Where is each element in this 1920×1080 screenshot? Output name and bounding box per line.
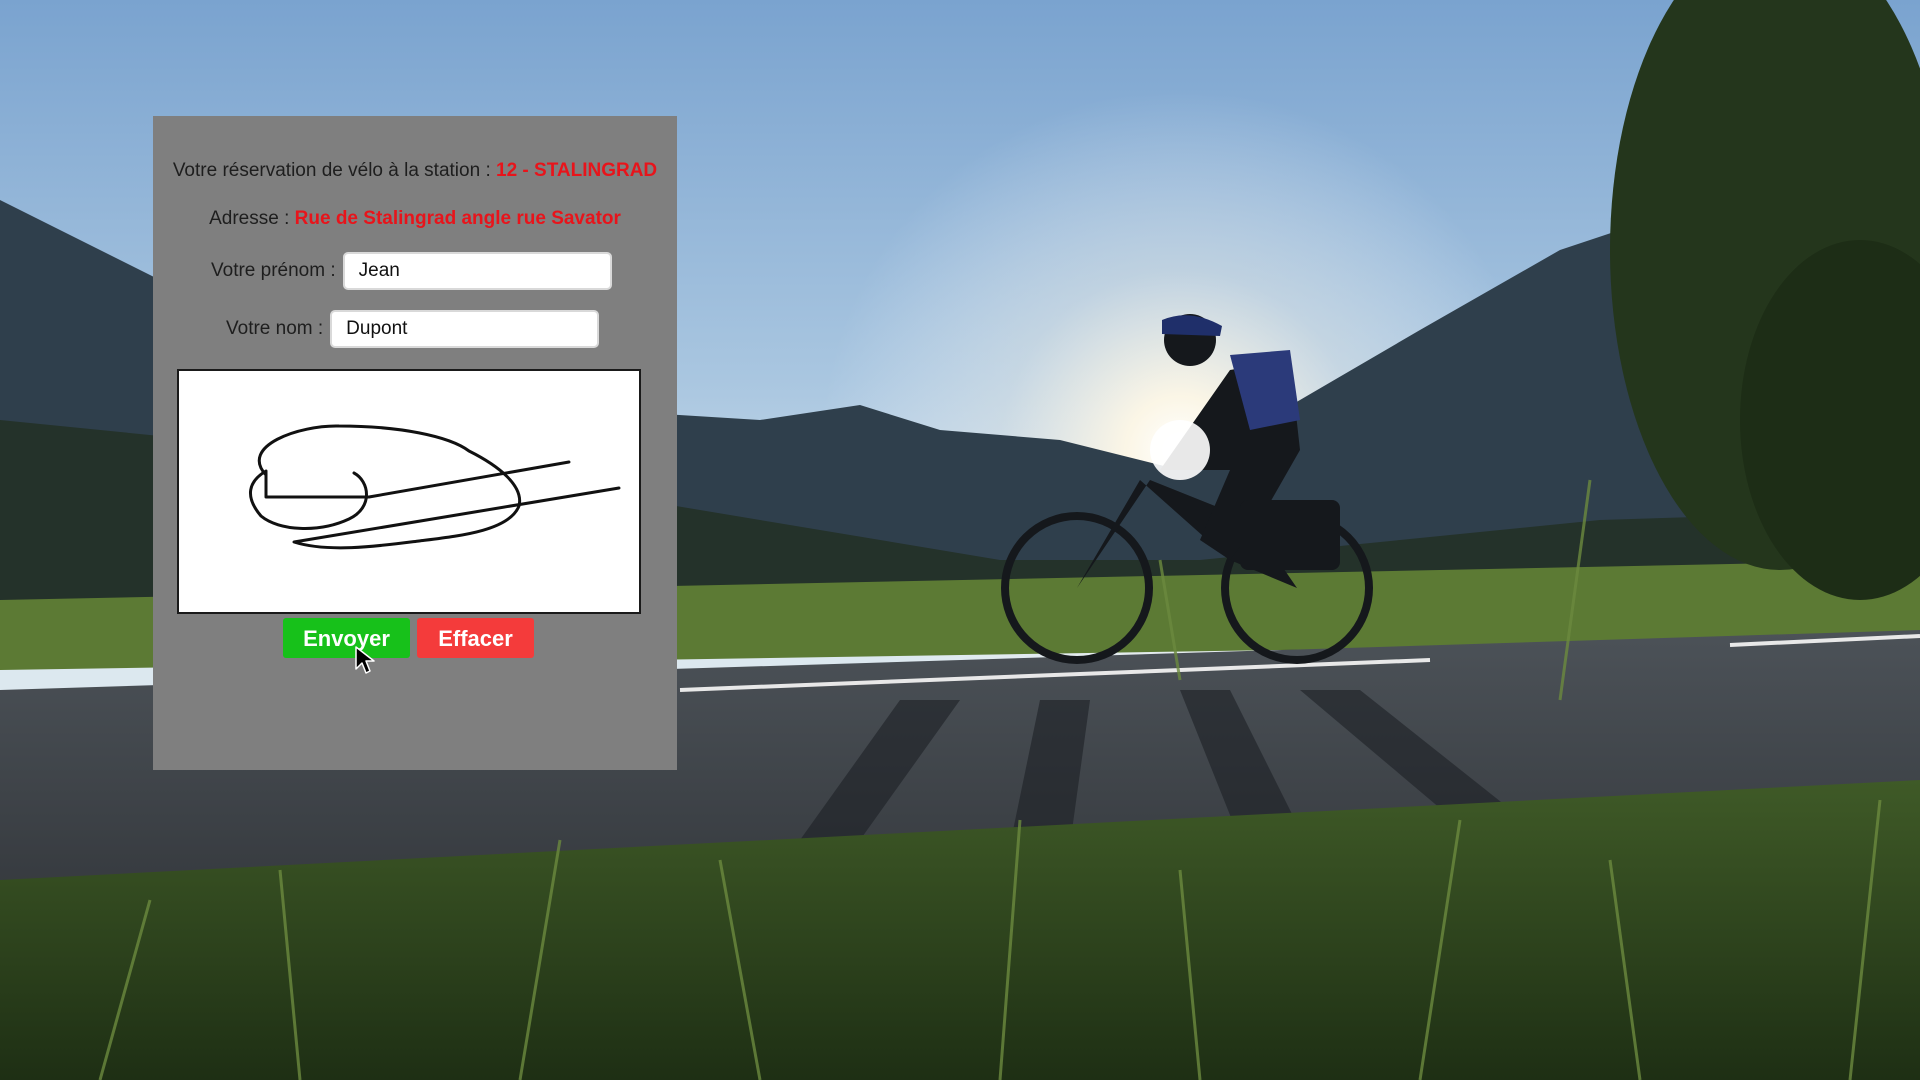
signature-drawing: [249, 424, 621, 550]
firstname-label: Votre prénom :: [211, 260, 336, 281]
clear-button[interactable]: Effacer: [417, 618, 534, 658]
arrow-cursor-icon: [354, 645, 380, 675]
lastname-row: Votre nom :: [226, 310, 600, 348]
signature-canvas[interactable]: [177, 369, 641, 614]
lastname-label: Votre nom :: [226, 318, 324, 339]
lastname-input[interactable]: [330, 310, 600, 348]
reservation-panel: Votre réservation de vélo à la station :…: [153, 116, 677, 770]
address-value: Rue de Stalingrad angle rue Savator: [294, 208, 621, 229]
station-name: 12 - STALINGRAD: [496, 160, 658, 181]
address-line: Adresse : Rue de Stalingrad angle rue Sa…: [153, 208, 677, 230]
firstname-row: Votre prénom :: [211, 252, 612, 290]
send-button[interactable]: Envoyer: [283, 618, 410, 658]
address-label: Adresse :: [209, 208, 295, 229]
station-line: Votre réservation de vélo à la station :…: [153, 160, 677, 182]
station-label: Votre réservation de vélo à la station :: [172, 160, 496, 181]
firstname-input[interactable]: [342, 252, 612, 290]
